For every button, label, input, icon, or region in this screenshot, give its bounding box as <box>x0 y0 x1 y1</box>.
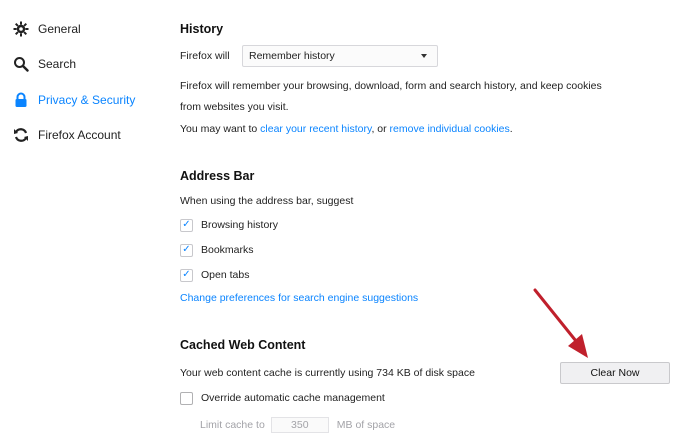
history-suggestion: You may want to clear your recent histor… <box>180 123 513 135</box>
cached-web-content-heading: Cached Web Content <box>180 338 306 352</box>
bookmarks-label: Bookmarks <box>201 244 254 256</box>
search-engine-preferences-link[interactable]: Change preferences for search engine sug… <box>180 292 418 304</box>
history-heading: History <box>180 22 224 36</box>
main-content: History Firefox will Remember history Fi… <box>180 0 675 434</box>
sidebar-item-label: Firefox Account <box>38 128 121 142</box>
preferences-page: General Search Privacy & Security Firefo… <box>0 0 689 434</box>
cache-usage-text: Your web content cache is currently usin… <box>180 367 475 379</box>
limit-cache-unit: MB of space <box>336 419 396 431</box>
dropdown-caret-icon <box>421 54 427 58</box>
address-bar-suggest-label: When using the address bar, suggest <box>180 195 354 207</box>
limit-cache-row: Limit cache to 350 MB of space <box>200 416 395 434</box>
open-tabs-option[interactable]: ✓ Open tabs <box>180 267 249 283</box>
history-suggestion-prefix: You may want to <box>180 123 261 135</box>
override-cache-checkbox[interactable] <box>180 391 193 405</box>
limit-cache-label: Limit cache to <box>200 419 265 431</box>
bookmarks-option[interactable]: ✓ Bookmarks <box>180 242 254 258</box>
bookmarks-checkbox[interactable]: ✓ <box>180 243 193 257</box>
annotation-arrow-icon <box>533 288 588 358</box>
browsing-history-label: Browsing history <box>201 219 279 231</box>
history-description-line2: from websites you visit. <box>180 101 289 113</box>
sidebar-item-label: Search <box>38 57 77 71</box>
firefox-will-label: Firefox will <box>180 50 230 62</box>
search-icon <box>12 55 30 73</box>
sidebar-item-label: Privacy & Security <box>38 93 136 107</box>
lock-icon <box>12 91 30 109</box>
history-mode-value: Remember history <box>249 50 335 62</box>
gear-icon <box>12 20 30 38</box>
sidebar: General Search Privacy & Security Firefo… <box>0 0 160 434</box>
open-tabs-label: Open tabs <box>201 269 250 281</box>
sidebar-item-general[interactable]: General <box>12 17 81 41</box>
limit-cache-input[interactable]: 350 <box>270 417 329 433</box>
open-tabs-checkbox[interactable]: ✓ <box>180 268 193 282</box>
sidebar-item-firefox-account[interactable]: Firefox Account <box>12 123 121 147</box>
remove-individual-cookies-link[interactable]: remove individual cookies <box>390 123 510 135</box>
browsing-history-checkbox[interactable]: ✓ <box>180 218 193 232</box>
override-cache-option[interactable]: Override automatic cache management <box>180 390 385 406</box>
sidebar-item-search[interactable]: Search <box>12 52 76 76</box>
sync-icon <box>12 126 30 144</box>
browsing-history-option[interactable]: ✓ Browsing history <box>180 217 278 233</box>
clear-recent-history-link[interactable]: clear your recent history <box>260 123 371 135</box>
override-cache-label: Override automatic cache management <box>201 392 385 404</box>
history-suggestion-period: . <box>509 123 513 135</box>
sidebar-item-label: General <box>38 22 81 36</box>
sidebar-item-privacy-security[interactable]: Privacy & Security <box>12 88 135 112</box>
history-suggestion-or: , or <box>371 123 390 135</box>
address-bar-heading: Address Bar <box>180 169 255 183</box>
history-mode-select[interactable]: Remember history <box>242 45 438 67</box>
history-description-line1: Firefox will remember your browsing, dow… <box>180 80 602 92</box>
